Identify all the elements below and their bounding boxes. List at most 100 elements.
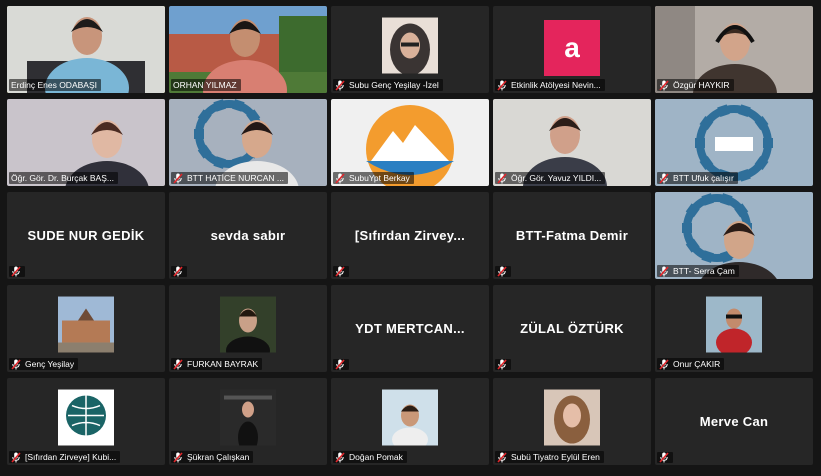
mic-muted-icon: [11, 451, 21, 463]
profile-picture: [544, 389, 600, 446]
mic-muted-icon: [659, 358, 669, 370]
participant-name: BTT- Serra Çam: [673, 266, 735, 276]
mic-muted-icon: [173, 172, 183, 184]
participant-tile[interactable]: Merve Can: [655, 378, 813, 465]
mic-muted-icon: [335, 359, 345, 370]
participant-tile[interactable]: Subü Tiyatro Eylül Eren: [493, 378, 651, 465]
name-label: ORHAN YILMAZ: [171, 79, 241, 91]
participant-name: Subu Genç Yeşilay -İzel: [349, 80, 439, 90]
participant-tile[interactable]: FURKAN BAYRAK: [169, 285, 327, 372]
name-label: Genç Yeşilay: [9, 358, 79, 370]
participant-name: BTT Ufuk çalışır: [673, 173, 734, 183]
participant-name: Subü Tiyatro Eylül Eren: [511, 452, 600, 462]
name-label: BTT- Serra Çam: [657, 265, 739, 277]
name-label: [Sıfırdan Zirveye] Kubi...: [9, 451, 121, 463]
mic-muted-icon: [659, 172, 669, 184]
participant-name-display: ZÜLAL ÖZTÜRK: [520, 321, 624, 336]
participant-name: Etkinlik Atölyesi Nevin...: [511, 80, 601, 90]
profile-picture: [220, 296, 276, 353]
mic-muted-icon: [173, 266, 183, 277]
participant-name: Özgür HAYKIR: [673, 80, 730, 90]
name-label: Özgür HAYKIR: [657, 79, 734, 91]
mic-muted-icon: [659, 265, 669, 277]
participant-tile[interactable]: Erdinç Enes ODABAŞI: [7, 6, 165, 93]
participant-name-display: Merve Can: [699, 414, 769, 429]
mic-muted-icon: [659, 79, 669, 91]
mic-muted-icon: [497, 359, 507, 370]
participant-tile[interactable]: Öğr. Gör. Yavuz YILDI...: [493, 99, 651, 186]
name-label: Şükran Çalışkan: [171, 451, 254, 463]
name-label: FURKAN BAYRAK: [171, 358, 263, 370]
participant-name: Onur ÇAKIR: [673, 359, 721, 369]
participant-name: SubuYpt Berkay: [349, 173, 410, 183]
name-label: Subu Genç Yeşilay -İzel: [333, 79, 443, 91]
name-label: Doğan Pomak: [333, 451, 407, 463]
participant-tile[interactable]: Özgür HAYKIR: [655, 6, 813, 93]
participant-tile[interactable]: ZÜLAL ÖZTÜRK: [493, 285, 651, 372]
mic-muted-icon: [497, 451, 507, 463]
mic-muted-icon: [335, 266, 345, 277]
participant-tile[interactable]: a Etkinlik Atölyesi Nevin...: [493, 6, 651, 93]
profile-picture: [382, 389, 438, 446]
mic-muted-icon: [11, 266, 21, 277]
participant-tile[interactable]: YDT MERTCAN...: [331, 285, 489, 372]
mic-muted-icon: [335, 172, 345, 184]
name-label: BTT HATİCE NURCAN ...: [171, 172, 288, 184]
participant-tile[interactable]: Genç Yeşilay: [7, 285, 165, 372]
name-label: Onur ÇAKIR: [657, 358, 725, 370]
participant-name: Şükran Çalışkan: [187, 452, 250, 462]
participant-name: Öğr. Gör. Yavuz YILDI...: [511, 173, 602, 183]
participant-name-display: [Sıfırdan Zirvey...: [354, 228, 466, 243]
name-label: [495, 266, 511, 277]
participant-grid: Erdinç Enes ODABAŞI ORHAN YILMAZ Subu Genç…: [7, 6, 813, 465]
mic-muted-icon: [497, 266, 507, 277]
participant-name-display: sevda sabır: [210, 228, 286, 243]
name-label: Erdinç Enes ODABAŞI: [9, 79, 101, 91]
name-label: [333, 359, 349, 370]
participant-name: BTT HATİCE NURCAN ...: [187, 173, 284, 183]
name-label: SubuYpt Berkay: [333, 172, 414, 184]
mic-muted-icon: [173, 358, 183, 370]
mic-muted-icon: [497, 172, 507, 184]
participant-tile[interactable]: SubuYpt Berkay: [331, 99, 489, 186]
participant-tile[interactable]: ORHAN YILMAZ: [169, 6, 327, 93]
participant-tile[interactable]: BTT- Serra Çam: [655, 192, 813, 279]
participant-tile[interactable]: BTT Ufuk çalışır: [655, 99, 813, 186]
participant-name-display: SUDE NUR GEDİK: [27, 228, 145, 243]
name-label: [9, 266, 25, 277]
participant-name: Genç Yeşilay: [25, 359, 75, 369]
mic-muted-icon: [497, 79, 507, 91]
participant-name: Doğan Pomak: [349, 452, 403, 462]
name-label: Öğr. Gör. Yavuz YILDI...: [495, 172, 606, 184]
participant-name: FURKAN BAYRAK: [187, 359, 259, 369]
profile-picture: [382, 17, 438, 74]
name-label: Öğr. Gör. Dr. Burçak BAŞ...: [9, 172, 118, 184]
participant-tile[interactable]: BTT HATİCE NURCAN ...: [169, 99, 327, 186]
participant-tile[interactable]: SUDE NUR GEDİK: [7, 192, 165, 279]
profile-picture: [58, 389, 114, 446]
participant-tile[interactable]: BTT-Fatma Demir: [493, 192, 651, 279]
name-label: [333, 266, 349, 277]
participant-name-display: BTT-Fatma Demir: [515, 228, 629, 243]
mic-muted-icon: [11, 358, 21, 370]
participant-name: Öğr. Gör. Dr. Burçak BAŞ...: [11, 173, 114, 183]
profile-picture: [706, 296, 762, 353]
participant-tile[interactable]: [Sıfırdan Zirveye] Kubi...: [7, 378, 165, 465]
avatar: a: [544, 20, 600, 76]
profile-picture: [220, 389, 276, 446]
mic-muted-icon: [659, 452, 669, 463]
participant-tile[interactable]: Doğan Pomak: [331, 378, 489, 465]
name-label: BTT Ufuk çalışır: [657, 172, 738, 184]
participant-tile[interactable]: Şükran Çalışkan: [169, 378, 327, 465]
participant-tile[interactable]: Subu Genç Yeşilay -İzel: [331, 6, 489, 93]
mic-muted-icon: [335, 451, 345, 463]
mic-muted-icon: [173, 451, 183, 463]
mic-muted-icon: [335, 79, 345, 91]
participant-tile[interactable]: Öğr. Gör. Dr. Burçak BAŞ...: [7, 99, 165, 186]
participant-tile[interactable]: Onur ÇAKIR: [655, 285, 813, 372]
name-label: [657, 452, 673, 463]
participant-tile[interactable]: [Sıfırdan Zirvey...: [331, 192, 489, 279]
participant-name: ORHAN YILMAZ: [173, 80, 237, 90]
participant-name: [Sıfırdan Zirveye] Kubi...: [25, 452, 117, 462]
participant-tile[interactable]: sevda sabır: [169, 192, 327, 279]
